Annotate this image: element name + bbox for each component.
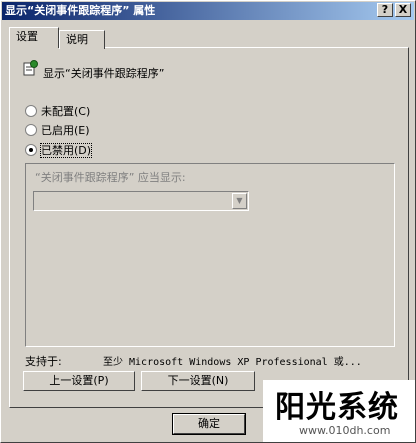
setting-label: “关闭事件跟踪程序” 应当显示: bbox=[35, 171, 186, 184]
radio-disabled-circle[interactable] bbox=[25, 144, 37, 156]
watermark-text: 阳光系统 bbox=[275, 390, 399, 425]
radio-enabled-circle[interactable] bbox=[25, 124, 37, 136]
ok-button[interactable]: 确定 bbox=[172, 413, 246, 435]
radio-not-configured-label: 未配置(C) bbox=[41, 105, 91, 118]
support-label: 支持于: bbox=[25, 355, 62, 368]
site-watermark: 阳光系统 www.010dh.com bbox=[263, 380, 415, 442]
radio-disabled[interactable]: 已禁用(D) bbox=[25, 143, 93, 159]
previous-setting-button[interactable]: 上一设置(P) bbox=[23, 371, 135, 391]
close-button[interactable]: X bbox=[395, 3, 411, 17]
display-combo-box: ▼ bbox=[33, 191, 249, 211]
tab-explain[interactable]: 说明 bbox=[59, 30, 105, 49]
tab-settings[interactable]: 设置 bbox=[9, 27, 59, 48]
watermark-url: www.010dh.com bbox=[299, 424, 391, 437]
policy-title: 显示“关闭事件跟踪程序” bbox=[43, 67, 165, 80]
window-title: 显示“关闭事件跟踪程序” 属性 bbox=[5, 4, 156, 17]
radio-not-configured-circle[interactable] bbox=[25, 105, 37, 117]
policy-document-icon bbox=[23, 60, 38, 76]
radio-enabled-label: 已启用(E) bbox=[41, 124, 90, 137]
help-button[interactable]: ? bbox=[377, 3, 393, 17]
radio-not-configured[interactable]: 未配置(C) bbox=[25, 104, 90, 120]
next-setting-button[interactable]: 下一设置(N) bbox=[141, 371, 255, 391]
support-value: 至少 Microsoft Windows XP Professional 或..… bbox=[103, 357, 362, 368]
radio-disabled-label: 已禁用(D) bbox=[39, 143, 93, 158]
radio-enabled[interactable]: 已启用(E) bbox=[25, 123, 90, 139]
title-bar: 显示“关闭事件跟踪程序” 属性 bbox=[2, 2, 414, 20]
chevron-down-icon: ▼ bbox=[232, 193, 247, 209]
properties-dialog: 显示“关闭事件跟踪程序” 属性 ? X 设置 说明 显示“关闭事件跟踪程序” 未… bbox=[0, 0, 416, 443]
